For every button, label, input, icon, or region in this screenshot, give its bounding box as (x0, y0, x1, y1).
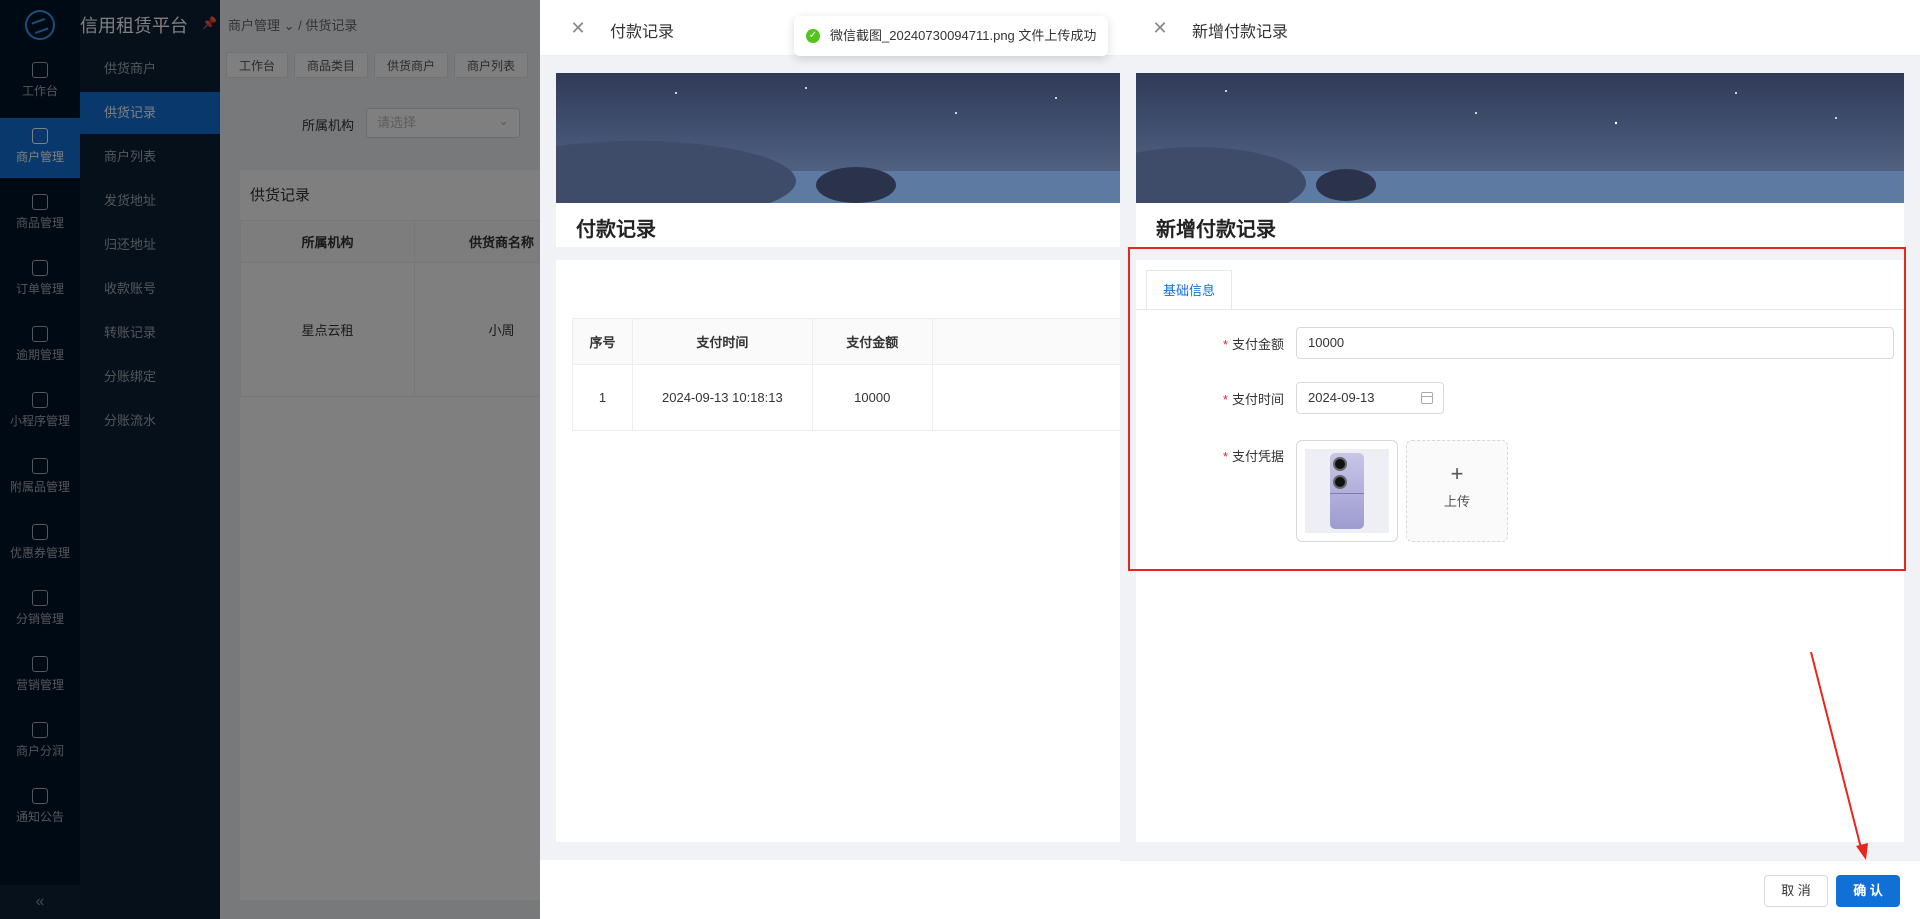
new-payment-drawer: ✕ 新增付款记录 新增付款记录 基础信息 * 支付金额 10000 * 支付时间 2… (1120, 0, 1920, 919)
table-header: 支付金额 (811, 318, 933, 365)
date-picker[interactable]: 2024-09-13 (1296, 382, 1444, 414)
payment-table: 序号 支付时间 支付金额 1 2024-09-13 10:18:13 10000 (572, 318, 1120, 431)
calendar-icon (1421, 392, 1433, 404)
form-card: 基础信息 * 支付金额 10000 * 支付时间 2024-09-13 * 支付凭据 … (1136, 260, 1904, 842)
upload-label: 上传 (1443, 494, 1470, 509)
tab-divider (1136, 309, 1904, 310)
banner-image (1136, 73, 1904, 203)
night-landscape-image (1136, 73, 1904, 203)
amount-value: 10000 (1308, 335, 1345, 350)
drawer-header: ✕ 新增付款记录 (1120, 0, 1920, 56)
payment-records-drawer: ✕ 付款记录 付款记录 序号 支付时间 支付金额 1 2024-09-13 10… (540, 0, 1120, 919)
toast-message: 微信截图_20240730094711.png 文件上传成功 (830, 28, 1097, 43)
table-header: 支付时间 (631, 318, 813, 365)
table-cell: 10000 (811, 364, 933, 431)
phone-image (1330, 453, 1364, 529)
time-label: * 支付时间 (1222, 392, 1284, 407)
tab-basic-info[interactable]: 基础信息 (1146, 270, 1233, 310)
table-cell: 2024-09-13 10:18:13 (631, 364, 813, 431)
table-header: 序号 (572, 318, 633, 365)
proof-label: * 支付凭据 (1222, 449, 1284, 464)
drawer-title: 付款记录 (610, 24, 675, 41)
cancel-button[interactable]: 取 消 (1764, 875, 1828, 907)
upload-success-toast: ✓ 微信截图_20240730094711.png 文件上传成功 (794, 16, 1109, 56)
table-cell: 1 (572, 364, 633, 431)
drawer-footer (540, 860, 1120, 919)
banner-title: 付款记录 (556, 203, 1120, 247)
close-icon[interactable]: ✕ (1150, 18, 1170, 38)
plus-icon: + (1450, 461, 1464, 486)
banner-image (556, 73, 1120, 203)
amount-input[interactable]: 10000 (1296, 327, 1894, 359)
upload-button[interactable]: + 上传 (1406, 440, 1508, 542)
amount-label: * 支付金额 (1222, 337, 1284, 352)
banner-title: 新增付款记录 (1136, 203, 1904, 247)
close-icon[interactable]: ✕ (568, 18, 588, 38)
uploaded-image-thumbnail[interactable] (1296, 440, 1398, 542)
table-row: 1 2024-09-13 10:18:13 10000 (572, 364, 1120, 431)
payment-table-card: 序号 支付时间 支付金额 1 2024-09-13 10:18:13 10000 (556, 260, 1120, 842)
date-value: 2024-09-13 (1308, 390, 1375, 405)
check-circle-icon: ✓ (806, 29, 820, 43)
night-landscape-image (556, 73, 1120, 203)
confirm-button[interactable]: 确 认 (1836, 875, 1900, 907)
drawer-title: 新增付款记录 (1192, 24, 1289, 41)
drawer-footer: 取 消 确 认 (1120, 860, 1920, 919)
